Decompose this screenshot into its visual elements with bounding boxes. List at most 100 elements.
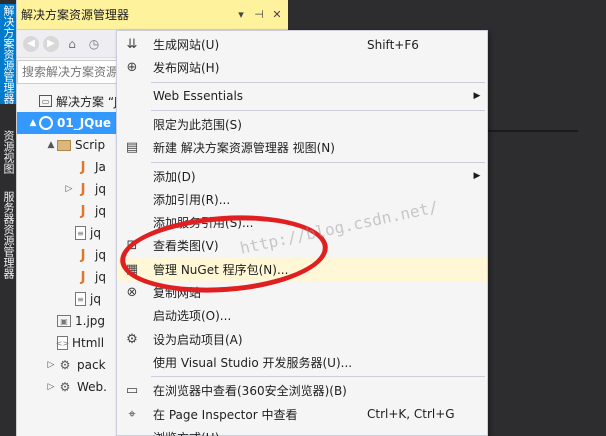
menu-item-label: Web Essentials (153, 89, 244, 104)
tree-item-label: jq (90, 226, 101, 240)
tree-item-label: 01_JQue (57, 116, 112, 130)
tree-item-label: 1.jpg (75, 314, 106, 328)
side-tab-strip: 解决方案资源管理器 资源视图 服务器资源管理器 (0, 0, 16, 436)
menu-item-label: 启动选项(O)... (153, 309, 232, 324)
menu-item-label: 复制网站 (153, 286, 202, 300)
menu-item-label: 设为启动项目(A) (153, 332, 243, 347)
gear-icon: ⚙ (126, 331, 138, 347)
side-tab-server-explorer[interactable]: 服务器资源管理器 (0, 188, 16, 282)
tree-item-label: jq (90, 292, 101, 306)
context-menu: ⇊ 生成网站(U) Shift+F6 ⊕ 发布网站(H) Web Essentials ▶ 限… (116, 30, 488, 436)
browser-icon: ▭ (125, 383, 139, 399)
home-icon[interactable]: ⌂ (63, 35, 81, 53)
tree-item-label: pack (77, 358, 106, 372)
menu-item-label: 查看类图(V) (153, 239, 219, 254)
side-tab-solution-explorer[interactable]: 解决方案资源管理器 (0, 4, 16, 104)
solution-icon: ▭ (39, 95, 52, 107)
js-file-icon: J (80, 181, 86, 197)
dropdown-icon[interactable]: ▾ (234, 8, 248, 21)
menu-separator (151, 161, 485, 163)
menu-separator (151, 81, 485, 83)
menu-item[interactable]: 添加引用(R)... (117, 188, 487, 211)
menu-item-label: 在 Page Inspector 中查看 (153, 407, 298, 422)
publish-icon: ⊕ (126, 60, 138, 76)
back-icon[interactable]: ◀ (23, 35, 39, 52)
menu-item-label: 添加服务引用(S)... (153, 216, 254, 231)
history-icon[interactable]: ◷ (85, 35, 103, 53)
submenu-arrow-icon: ▶ (473, 171, 481, 181)
menu-item-label: 生成网站(U) (153, 38, 220, 52)
menu-separator (151, 109, 485, 111)
menu-item-label: 在浏览器中查看(360安全浏览器)(B) (153, 384, 347, 399)
menu-item[interactable]: 添加(D) ▶ (117, 165, 487, 188)
config-file-icon: ⚙ (59, 358, 71, 372)
html-file-icon: <> (56, 336, 69, 350)
side-tab-resource-view[interactable]: 资源视图 (0, 126, 16, 178)
tree-item-label: Ja (95, 160, 106, 174)
editor-line (488, 130, 578, 132)
js-file-icon: J (80, 159, 86, 175)
menu-item-label: 管理 NuGet 程序包(N)... (153, 262, 289, 277)
menu-item[interactable]: ▦ 管理 NuGet 程序包(N)... (117, 257, 487, 281)
menu-item[interactable]: 使用 Visual Studio 开发服务器(U)... (117, 351, 487, 374)
js-file-icon: J (80, 269, 86, 285)
menu-item[interactable]: ⇊ 生成网站(U) Shift+F6 (117, 33, 487, 56)
menu-item-label: 使用 Visual Studio 开发服务器(U)... (153, 355, 353, 370)
expand-arrow-icon[interactable]: ▷ (45, 360, 57, 370)
file-icon: ≡ (75, 226, 86, 240)
expand-arrow-icon[interactable]: ▲ (45, 140, 57, 150)
new-view-icon: ▤ (125, 140, 139, 156)
menu-item[interactable]: ⌖ 在 Page Inspector 中查看 Ctrl+K, Ctrl+G (117, 403, 487, 426)
menu-separator (151, 376, 485, 378)
menu-item-label: 浏览方式(H)... (153, 429, 367, 436)
tree-item-label: jq (95, 182, 106, 196)
tree-item-label: jq (95, 248, 106, 262)
menu-item[interactable]: ⊗ 复制网站 (117, 281, 487, 304)
expand-arrow-icon[interactable]: ▷ (63, 184, 75, 194)
copy-website-icon: ⊗ (126, 285, 138, 300)
menu-item[interactable]: ▤ 新建 解决方案资源管理器 视图(N) (117, 136, 487, 159)
js-file-icon: J (80, 247, 86, 263)
pin-icon[interactable]: ⊣ (252, 8, 266, 21)
image-file-icon: ▣ (57, 315, 71, 327)
menu-item[interactable]: ⊕ 发布网站(H) (117, 56, 487, 79)
web-project-icon (39, 116, 53, 130)
nuget-icon: ▦ (125, 261, 139, 277)
menu-item-label: 添加(D) (153, 169, 196, 184)
js-file-icon: J (80, 203, 86, 219)
page-inspector-icon: ⌖ (128, 406, 136, 422)
build-icon: ⇊ (126, 37, 138, 52)
expand-arrow-icon[interactable]: ▲ (27, 118, 39, 128)
menu-item[interactable]: 启动选项(O)... (117, 304, 487, 327)
forward-icon[interactable]: ▶ (43, 35, 59, 52)
folder-icon (57, 139, 71, 151)
menu-item-label: 新建 解决方案资源管理器 视图(N) (153, 141, 335, 156)
menu-item[interactable]: 限定为此范围(S) (117, 113, 487, 136)
menu-item[interactable]: 添加服务引用(S)... (117, 211, 487, 234)
config-file-icon: ⚙ (59, 380, 71, 394)
tree-item-label: Web. (77, 380, 107, 394)
menu-item-label: 发布网站(H) (153, 61, 220, 76)
tree-item-label: jq (95, 270, 106, 284)
search-input[interactable] (22, 65, 118, 79)
menu-item-shortcut: Ctrl+K, Ctrl+G (367, 407, 455, 421)
tree-item-label: 解决方案 “J (56, 94, 118, 109)
menu-item-label: 限定为此范围(S) (153, 117, 242, 132)
tree-item-label: Scrip (75, 138, 106, 152)
class-diagram-icon: ⊞ (126, 238, 138, 254)
menu-item[interactable]: 浏览方式(H)... (117, 426, 487, 436)
submenu-arrow-icon: ▶ (473, 91, 481, 102)
menu-item-label: 添加引用(R)... (153, 192, 231, 207)
menu-item-shortcut: Shift+F6 (367, 37, 419, 52)
panel-title: 解决方案资源管理器 (21, 8, 130, 22)
menu-item[interactable]: Web Essentials ▶ (117, 85, 487, 108)
tree-item-label: jq (95, 204, 106, 218)
file-icon: ≡ (75, 292, 86, 306)
menu-item[interactable]: ⊞ 查看类图(V) (117, 234, 487, 257)
menu-item[interactable]: ⚙ 设为启动项目(A) (117, 328, 487, 351)
panel-title-bar: 解决方案资源管理器 ▾ ⊣ ✕ (17, 0, 288, 30)
close-icon[interactable]: ✕ (270, 8, 284, 21)
tree-item-label: Htmll (72, 336, 105, 350)
menu-item[interactable]: ▭ 在浏览器中查看(360安全浏览器)(B) (117, 379, 487, 402)
expand-arrow-icon[interactable]: ▷ (45, 382, 57, 392)
